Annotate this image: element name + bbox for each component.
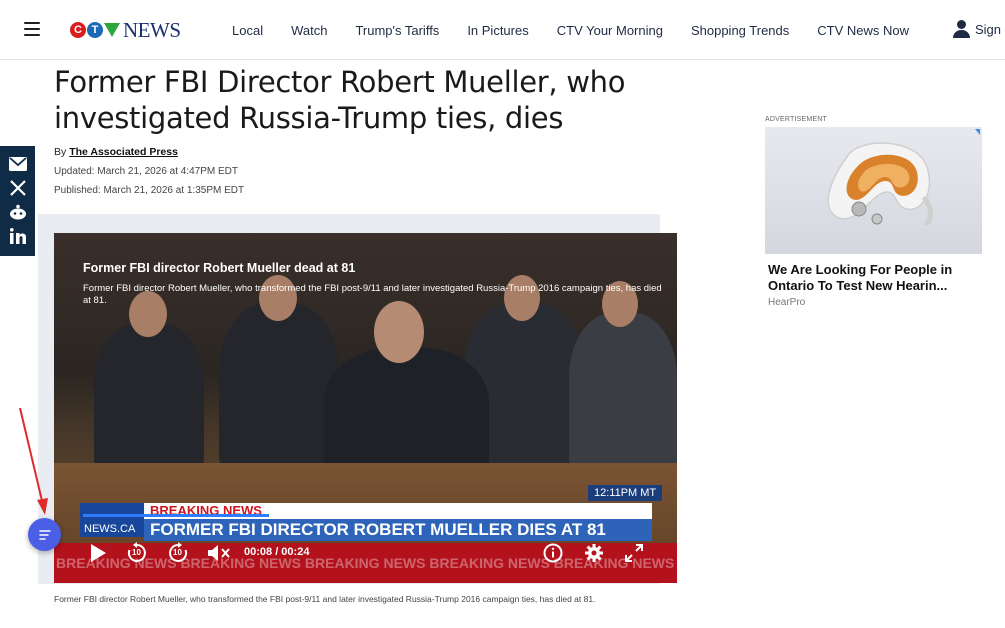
logo-news-text: NEWS <box>123 17 181 42</box>
published-date: Published: March 21, 2026 at 1:35PM EDT <box>54 185 245 196</box>
summary-float-button[interactable] <box>28 518 61 551</box>
article-headline: Former FBI Director Robert Mueller, who … <box>54 65 626 135</box>
info-icon <box>543 543 563 563</box>
video-title: Former FBI director Robert Mueller dead … <box>83 261 356 275</box>
author-link[interactable]: The Associated Press <box>69 146 178 158</box>
ad-source: HearPro <box>768 297 806 308</box>
menu-icon[interactable] <box>24 22 40 36</box>
video-caption: Former FBI director Robert Mueller, who … <box>54 594 596 604</box>
video-progress-fill <box>83 514 270 517</box>
forward-10-button[interactable]: 10 <box>165 540 191 566</box>
share-rail <box>0 146 35 256</box>
video-description: Former FBI director Robert Mueller, who … <box>83 283 662 306</box>
nav-local[interactable]: Local <box>232 23 263 38</box>
fullscreen-button[interactable] <box>622 541 646 565</box>
main-nav: Local Watch Trump's Tariffs In Pictures … <box>218 0 923 60</box>
fullscreen-icon <box>625 544 643 562</box>
nav-ctv-your-morning[interactable]: CTV Your Morning <box>557 23 663 38</box>
ad-image[interactable] <box>765 127 982 254</box>
forward-label: 10 <box>173 548 182 557</box>
ctv-news-logo[interactable]: C T NEWS <box>70 18 181 42</box>
ticker-time: 12:11PM MT <box>588 485 663 501</box>
video-player[interactable]: Former FBI director Robert Mueller dead … <box>54 233 677 583</box>
user-icon <box>952 20 970 38</box>
ad-title[interactable]: We Are Looking For People in Ontario To … <box>768 262 984 294</box>
nav-shopping-trends[interactable]: Shopping Trends <box>691 23 789 38</box>
play-icon <box>91 544 106 562</box>
advertisement-label: ADVERTISEMENT <box>765 116 827 123</box>
video-time: 00:08 / 00:24 <box>244 546 310 558</box>
linkedin-icon[interactable] <box>8 226 28 246</box>
byline: By The Associated Press <box>54 146 178 158</box>
nav-watch[interactable]: Watch <box>291 23 327 38</box>
x-icon[interactable] <box>8 178 28 198</box>
nav-in-pictures[interactable]: In Pictures <box>467 23 528 38</box>
hearing-aid-image <box>827 129 980 226</box>
ticker-headline: FORMER FBI DIRECTOR ROBERT MUELLER DIES … <box>144 519 652 541</box>
updated-date: Updated: March 21, 2026 at 4:47PM EDT <box>54 166 238 177</box>
byline-prefix: By <box>54 146 67 158</box>
info-button[interactable] <box>541 541 565 565</box>
video-progress-bar[interactable] <box>83 514 648 517</box>
ticker-logo: NEWS.CA <box>80 503 144 537</box>
nav-trumps-tariffs[interactable]: Trump's Tariffs <box>355 23 439 38</box>
reddit-icon[interactable] <box>8 202 28 222</box>
sign-in-button[interactable]: Sign <box>952 20 1001 38</box>
settings-button[interactable] <box>582 541 606 565</box>
play-button[interactable] <box>86 541 110 565</box>
list-icon <box>38 529 51 540</box>
gear-icon <box>585 544 603 562</box>
rewind-10-button[interactable]: 10 <box>124 540 150 566</box>
rewind-label: 10 <box>132 548 141 557</box>
annotation-arrow <box>19 407 48 515</box>
mute-button[interactable] <box>206 541 232 565</box>
nav-ctv-news-now[interactable]: CTV News Now <box>817 23 909 38</box>
volume-muted-icon <box>208 545 230 561</box>
sign-in-label: Sign <box>975 21 1002 37</box>
email-icon[interactable] <box>8 154 28 174</box>
site-header: C T NEWS Local Watch Trump's Tariffs In … <box>0 0 1005 60</box>
